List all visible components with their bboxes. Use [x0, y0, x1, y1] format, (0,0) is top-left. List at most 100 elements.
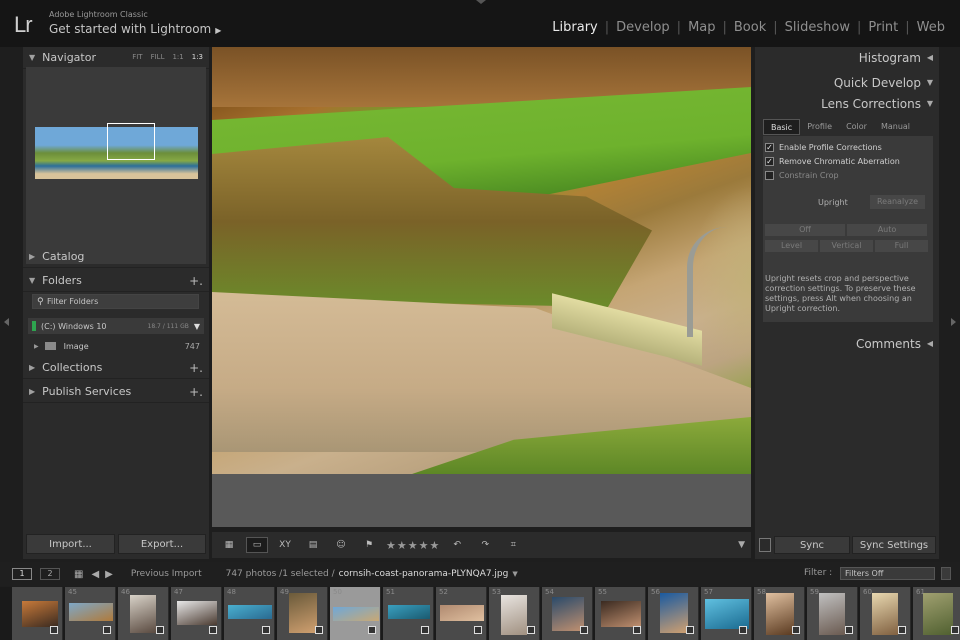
upright-auto-button[interactable]: Auto [847, 224, 927, 236]
filmstrip-thumbnail[interactable]: 47 [171, 587, 222, 640]
tab-manual[interactable]: Manual [874, 119, 917, 135]
loupe-background [212, 474, 751, 527]
filmstrip-thumbnail[interactable] [12, 587, 63, 640]
grid-icon[interactable]: ▦ [74, 569, 83, 580]
filmstrip-thumbnail[interactable]: 45 [65, 587, 116, 640]
constrain-crop-checkbox[interactable]: Constrain Crop [765, 171, 839, 180]
comments-label: Comments [855, 337, 921, 351]
secondary-window-button[interactable]: 2 [40, 568, 60, 580]
tab-color[interactable]: Color [839, 119, 874, 135]
drive-row[interactable]: (C:) Windows 10 18.7 / 111 GB ▼ [28, 318, 204, 334]
left-panel-toggle-icon[interactable] [4, 318, 9, 326]
filmstrip-thumbnail[interactable]: 57 [701, 587, 752, 640]
folder-item-image[interactable]: ▶ Image 747 [28, 339, 204, 353]
import-button[interactable]: Import... [26, 534, 115, 554]
navigator-preview[interactable] [26, 67, 206, 264]
collapsed-triangle-icon[interactable]: ▶ [34, 343, 39, 350]
upright-level-button[interactable]: Level [765, 240, 818, 252]
filmstrip-thumbnail[interactable]: 48 [224, 587, 275, 640]
crop-icon[interactable]: ⌗ [502, 537, 524, 553]
filmstrip-thumbnail[interactable]: 49 [277, 587, 328, 640]
filter-folders-input[interactable]: ⚲ Filter Folders [32, 294, 199, 309]
sync-settings-button[interactable]: Sync Settings [852, 536, 936, 554]
filter-select[interactable]: Filters Off [840, 567, 935, 580]
filmstrip-thumbnail[interactable]: 52 [436, 587, 487, 640]
module-print[interactable]: Print [861, 20, 905, 35]
filmstrip-thumbnail[interactable]: 60 [860, 587, 911, 640]
selected-filename[interactable]: cornsih-coast-panorama-PLYNQA7.jpg [339, 569, 509, 579]
survey-view-icon[interactable]: ▤ [302, 537, 324, 553]
module-develop[interactable]: Develop [609, 20, 677, 35]
folder-name: Image [63, 341, 89, 351]
module-web[interactable]: Web [910, 20, 952, 35]
zoom-fill[interactable]: FILL [151, 53, 165, 61]
quick-develop-header[interactable]: Quick Develop ▼ [755, 72, 939, 94]
export-button[interactable]: Export... [118, 534, 206, 554]
panel-toggle-top-icon[interactable] [476, 0, 486, 4]
main-window-button[interactable]: 1 [12, 568, 32, 580]
tab-basic[interactable]: Basic [763, 119, 801, 135]
right-panel-toggle-icon[interactable] [951, 318, 956, 326]
thumbnail-index: 46 [121, 588, 130, 596]
zoom-1-3[interactable]: 1:3 [192, 53, 203, 61]
upright-full-button[interactable]: Full [875, 240, 928, 252]
filmstrip-thumbnail[interactable]: 54 [542, 587, 593, 640]
histogram-header[interactable]: Histogram ◀ [755, 47, 939, 69]
thumbnail-image [333, 607, 379, 621]
reanalyze-button[interactable]: Reanalyze [870, 195, 925, 209]
get-started-link[interactable]: Get started with Lightroom ▶ [49, 22, 221, 36]
add-collection-icon[interactable]: +. [189, 361, 203, 375]
filter-lock-icon[interactable] [941, 567, 951, 580]
remove-chromatic-aberration-checkbox[interactable]: ✓ Remove Chromatic Aberration [765, 157, 900, 166]
thumbnail-index: 52 [439, 588, 448, 596]
folders-header[interactable]: ▼ Folders +. [23, 270, 209, 292]
filmstrip-thumbnail[interactable]: 53 [489, 587, 540, 640]
module-slideshow[interactable]: Slideshow [778, 20, 857, 35]
collections-header[interactable]: ▶ Collections +. [23, 357, 209, 379]
filmstrip-thumbnail[interactable]: 61 [913, 587, 960, 640]
auto-sync-toggle[interactable] [759, 538, 771, 552]
add-publish-service-icon[interactable]: +. [189, 385, 203, 399]
filmstrip-thumbnail[interactable]: 56 [648, 587, 699, 640]
loupe-view-icon[interactable]: ▭ [246, 537, 268, 553]
sync-button[interactable]: Sync [774, 536, 850, 554]
filmstrip-thumbnail[interactable]: 55 [595, 587, 646, 640]
star-rating[interactable]: ★★★★★ [386, 539, 440, 552]
nav-arrows-icon[interactable]: ◀▶ [91, 569, 118, 580]
lens-corrections-tabs: Basic Profile Color Manual [763, 119, 933, 135]
main-photo[interactable] [212, 47, 751, 474]
zoom-1-1[interactable]: 1:1 [172, 53, 183, 61]
catalog-header[interactable]: ▶ Catalog [23, 246, 209, 268]
module-map[interactable]: Map [681, 20, 722, 35]
toolbar-menu-icon[interactable]: ▼ [738, 540, 745, 550]
drive-expand-icon[interactable]: ▼ [194, 322, 200, 331]
module-book[interactable]: Book [727, 20, 773, 35]
grid-view-icon[interactable]: ▦ [218, 537, 240, 553]
rotate-right-icon[interactable]: ↷ [474, 537, 496, 553]
zoom-fit[interactable]: FIT [132, 53, 142, 61]
lens-corrections-header[interactable]: Lens Corrections ▼ [755, 93, 939, 115]
filmstrip-thumbnail[interactable]: 50 [330, 587, 381, 640]
tab-profile[interactable]: Profile [800, 119, 839, 135]
navigator-zoom-box[interactable] [107, 123, 155, 160]
filmstrip-thumbnail[interactable]: 58 [754, 587, 805, 640]
quick-develop-label: Quick Develop [833, 76, 921, 90]
module-library[interactable]: Library [545, 20, 604, 35]
metadata-badge-icon [50, 626, 58, 634]
filmstrip-thumbnail[interactable]: 51 [383, 587, 434, 640]
filmstrip-thumbnail[interactable]: 59 [807, 587, 858, 640]
people-view-icon[interactable]: ☺ [330, 537, 352, 553]
compare-view-icon[interactable]: XY [274, 537, 296, 553]
upright-vertical-button[interactable]: Vertical [820, 240, 873, 252]
upright-off-button[interactable]: Off [765, 224, 845, 236]
add-folder-icon[interactable]: +. [189, 274, 203, 288]
comments-header[interactable]: Comments ◀ [755, 333, 939, 355]
enable-profile-corrections-checkbox[interactable]: ✓ Enable Profile Corrections [765, 143, 882, 152]
navigator-header[interactable]: ▼ Navigator FIT FILL 1:1 1:3 [23, 47, 209, 69]
filmstrip-thumbnail[interactable]: 46 [118, 587, 169, 640]
chevron-down-icon[interactable]: ▼ [512, 570, 517, 578]
flag-icon[interactable]: ⚑ [358, 537, 380, 553]
publish-services-header[interactable]: ▶ Publish Services +. [23, 381, 209, 403]
source-previous-import[interactable]: Previous Import [131, 569, 202, 579]
rotate-left-icon[interactable]: ↶ [446, 537, 468, 553]
